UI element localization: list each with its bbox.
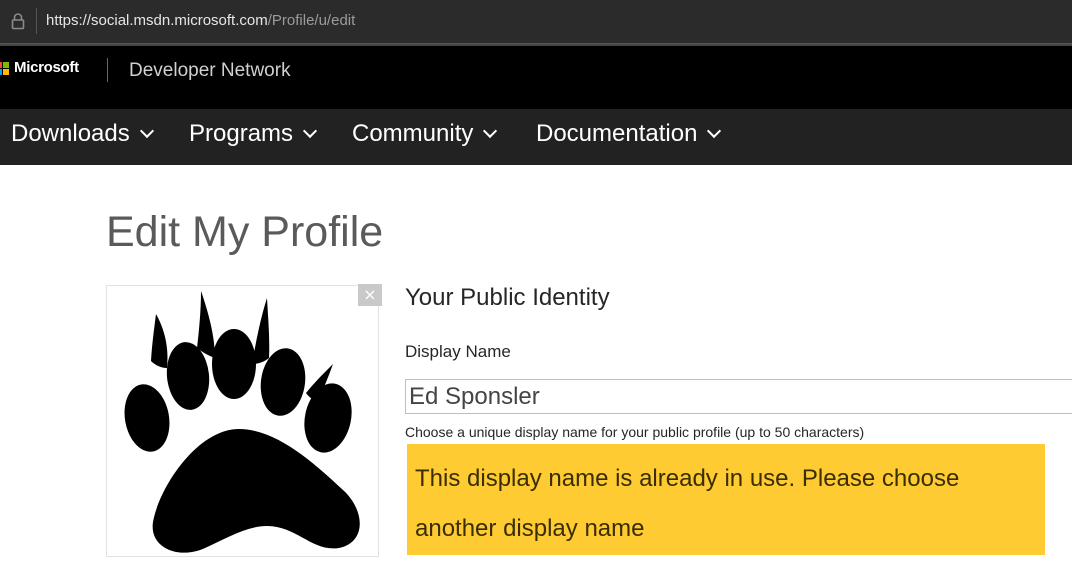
display-name-input[interactable]: [405, 379, 1072, 414]
developer-network-link[interactable]: Developer Network: [129, 60, 291, 82]
brand-divider: [107, 58, 108, 82]
logo-square-green: [3, 62, 9, 68]
browser-address-bar: https://social.msdn.microsoft.com/Profil…: [0, 0, 1072, 44]
display-name-hint: Choose a unique display name for your pu…: [405, 424, 865, 440]
chevron-down-icon: [139, 123, 154, 139]
display-name-error-message: This display name is already in use. Ple…: [407, 444, 1045, 555]
nav-community-label: Community: [352, 120, 474, 147]
chevron-down-icon: [302, 123, 318, 139]
nav-downloads-label: Downloads: [11, 120, 130, 147]
avatar[interactable]: [106, 285, 379, 557]
display-name-label: Display Name: [405, 342, 511, 361]
microsoft-logo-icon[interactable]: [0, 62, 10, 76]
url-host: https://social.msdn.microsoft.com: [46, 12, 268, 29]
chevron-down-icon: [707, 123, 722, 139]
nav-documentation[interactable]: Documentation: [536, 120, 722, 154]
main-nav: Downloads Programs Community Documentati…: [0, 109, 1072, 165]
lock-icon: [11, 13, 25, 30]
nav-programs[interactable]: Programs: [189, 120, 318, 154]
chevron-down-icon: [483, 123, 498, 139]
logo-square-red: [0, 62, 2, 68]
nav-documentation-label: Documentation: [536, 120, 698, 147]
address-bar-divider: [36, 8, 37, 34]
logo-square-yellow: [3, 69, 9, 75]
nav-community[interactable]: Community: [352, 120, 498, 154]
microsoft-wordmark[interactable]: Microsoft: [14, 59, 79, 76]
url-path: /Profile/u/edit: [267, 12, 356, 29]
logo-square-blue: [0, 69, 2, 75]
section-title-public-identity: Your Public Identity: [405, 284, 610, 311]
nav-downloads[interactable]: Downloads: [11, 120, 154, 154]
url-field[interactable]: https://social.msdn.microsoft.com/Profil…: [46, 12, 355, 29]
bear-paw-icon: [124, 291, 360, 553]
remove-avatar-button[interactable]: ×: [358, 284, 382, 306]
page-title: Edit My Profile: [106, 208, 384, 256]
nav-programs-label: Programs: [189, 120, 294, 147]
brand-header: Microsoft Developer Network: [0, 46, 1072, 109]
